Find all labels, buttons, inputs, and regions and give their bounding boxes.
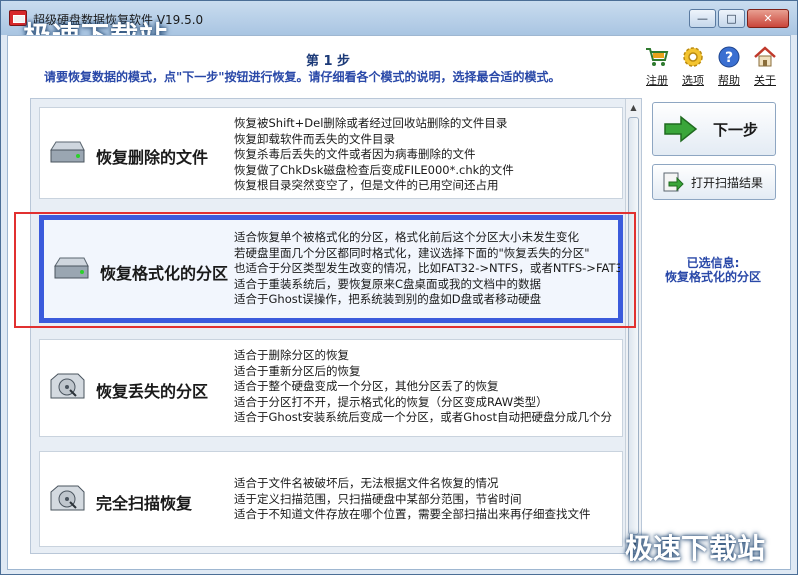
options-label: 选项 — [682, 74, 704, 87]
desc-line: 适合于Ghost误操作，把系统装到别的盘如D盘或者移动硬盘 — [234, 292, 542, 307]
desc-line: 适合于整个硬盘变成一个分区，其他分区丢了的恢复 — [234, 379, 499, 394]
desc-line: 适合于不知道文件存放在哪个位置，需要全部扫描出来再仔细查找文件 — [234, 507, 591, 522]
desc-line: 也适合于分区类型发生改变的情况，比如FAT32->NTFS，或者NTFS->FA… — [234, 261, 620, 276]
window-controls: — □ ✕ — [689, 9, 789, 28]
desc-line: 适合于删除分区的恢复 — [234, 348, 349, 362]
mode-name: 恢复丢失的分区 — [96, 382, 209, 401]
step-description: 请要恢复数据的模式，点"下一步"按钮进行恢复。请仔细看各个模式的说明，选择最合适… — [44, 70, 561, 84]
register-button[interactable]: 注册 — [642, 44, 672, 88]
desc-line: 适合于Ghost安装系统后变成一个分区，或者Ghost自动把硬盘分成几个分 — [234, 410, 612, 425]
desc-line: 适合恢复单个被格式化的分区，格式化前后这个分区大小未发生变化 — [234, 230, 579, 244]
step-title: 第 1 步 — [305, 54, 351, 69]
maximize-button[interactable]: □ — [718, 9, 745, 28]
close-button[interactable]: ✕ — [747, 9, 789, 28]
desc-line: 适合于重新分区后的恢复 — [234, 363, 361, 378]
open-scan-result-label: 打开扫描结果 — [691, 175, 764, 190]
arrow-right-icon — [663, 114, 699, 144]
scroll-up-icon[interactable]: ▲ — [626, 99, 641, 115]
minimize-button[interactable]: — — [689, 9, 716, 28]
main-panel: 第 1 步 请要恢复数据的模式，点"下一步"按钮进行恢复。请仔细看各个模式的说明… — [7, 35, 791, 570]
app-window: 超级硬盘数据恢复软件 V19.5.0 — □ ✕ 极速下载站 第 1 步 请要恢… — [0, 0, 798, 575]
drive-icon — [48, 136, 86, 170]
help-button[interactable]: ? 帮助 — [714, 44, 744, 88]
desc-line: 适合于分区打不开，提示格式化的恢复（分区变成RAW类型） — [234, 394, 548, 409]
watermark-bottom: 极速下载站 — [625, 532, 766, 565]
mode-format-recovery[interactable]: 恢复格式化的分区 适合恢复单个被格式化的分区，格式化前后这个分区大小未发生变化 … — [39, 215, 623, 323]
home-icon — [752, 44, 778, 70]
open-scan-result-button[interactable]: 打开扫描结果 — [652, 164, 776, 200]
toolbar: 注册 选项 ? 帮助 关于 — [642, 44, 780, 88]
about-label: 关于 — [754, 74, 776, 87]
mode-list: 恢复删除的文件 恢复被Shift+Del删除或者经过回收站删除的文件目录 恢复卸… — [30, 98, 642, 554]
mode-delete-recovery[interactable]: 恢复删除的文件 恢复被Shift+Del删除或者经过回收站删除的文件目录 恢复卸… — [39, 107, 623, 199]
gear-icon — [680, 44, 706, 70]
desc-line: 恢复被Shift+Del删除或者经过回收站删除的文件目录 — [234, 116, 508, 130]
mode-name: 恢复删除的文件 — [96, 148, 209, 167]
desc-line: 恢复根目录突然变空了，但是文件的已用空间还占用 — [234, 178, 499, 193]
disc-drive-icon — [48, 370, 86, 404]
open-file-icon — [661, 170, 685, 194]
desc-line: 恢复卸载软件而丢失的文件目录 — [234, 131, 395, 146]
register-label: 注册 — [646, 74, 668, 87]
about-button[interactable]: 关于 — [750, 44, 780, 88]
desc-line: 恢复杀毒后丢失的文件或者因为病毒删除的文件 — [234, 147, 476, 162]
drive-icon — [52, 252, 90, 286]
desc-line: 适合于重装系统后，要恢复原来C盘桌面或我的文档中的数据 — [234, 276, 542, 291]
desc-line: 恢复做了ChkDsk磁盘检查后变成FILE000*.chk的文件 — [234, 162, 514, 177]
cart-icon — [644, 44, 670, 70]
mode-name: 完全扫描恢复 — [96, 494, 193, 513]
help-icon: ? — [716, 44, 742, 70]
mode-lost-partition-recovery[interactable]: 恢复丢失的分区 适合于删除分区的恢复 适合于重新分区后的恢复 适合于整个硬盘变成… — [39, 339, 623, 437]
mode-description: 适合于删除分区的恢复 适合于重新分区后的恢复 适合于整个硬盘变成一个分区，其他分… — [234, 348, 614, 426]
help-label: 帮助 — [718, 74, 740, 87]
disc-drive-icon — [48, 482, 86, 516]
mode-description: 恢复被Shift+Del删除或者经过回收站删除的文件目录 恢复卸载软件而丢失的文… — [234, 116, 614, 194]
next-step-label: 下一步 — [713, 120, 759, 139]
mode-description: 适合于文件名被破坏后，无法根据文件名恢复的情况 适于定义扫描范围，只扫描硬盘中某… — [234, 476, 614, 523]
options-button[interactable]: 选项 — [678, 44, 708, 88]
svg-text:?: ? — [725, 50, 733, 66]
scrollbar[interactable]: ▲ ▼ — [625, 99, 641, 553]
desc-line: 适合于文件名被破坏后，无法根据文件名恢复的情况 — [234, 476, 499, 490]
mode-description: 适合恢复单个被格式化的分区，格式化前后这个分区大小未发生变化 若硬盘里面几个分区… — [234, 230, 620, 308]
desc-line: 适于定义扫描范围，只扫描硬盘中某部分范围，节省时间 — [234, 491, 522, 506]
desc-line: 若硬盘里面几个分区都同时格式化，建议选择下面的"恢复丢失的分区" — [234, 245, 590, 260]
mode-name: 恢复格式化的分区 — [100, 264, 229, 283]
next-step-button[interactable]: 下一步 — [652, 102, 776, 156]
selected-info-value: 恢复格式化的分区 — [664, 270, 761, 284]
mode-full-scan-recovery[interactable]: 完全扫描恢复 适合于文件名被破坏后，无法根据文件名恢复的情况 适于定义扫描范围，… — [39, 451, 623, 547]
scrollbar-thumb[interactable] — [628, 117, 639, 535]
